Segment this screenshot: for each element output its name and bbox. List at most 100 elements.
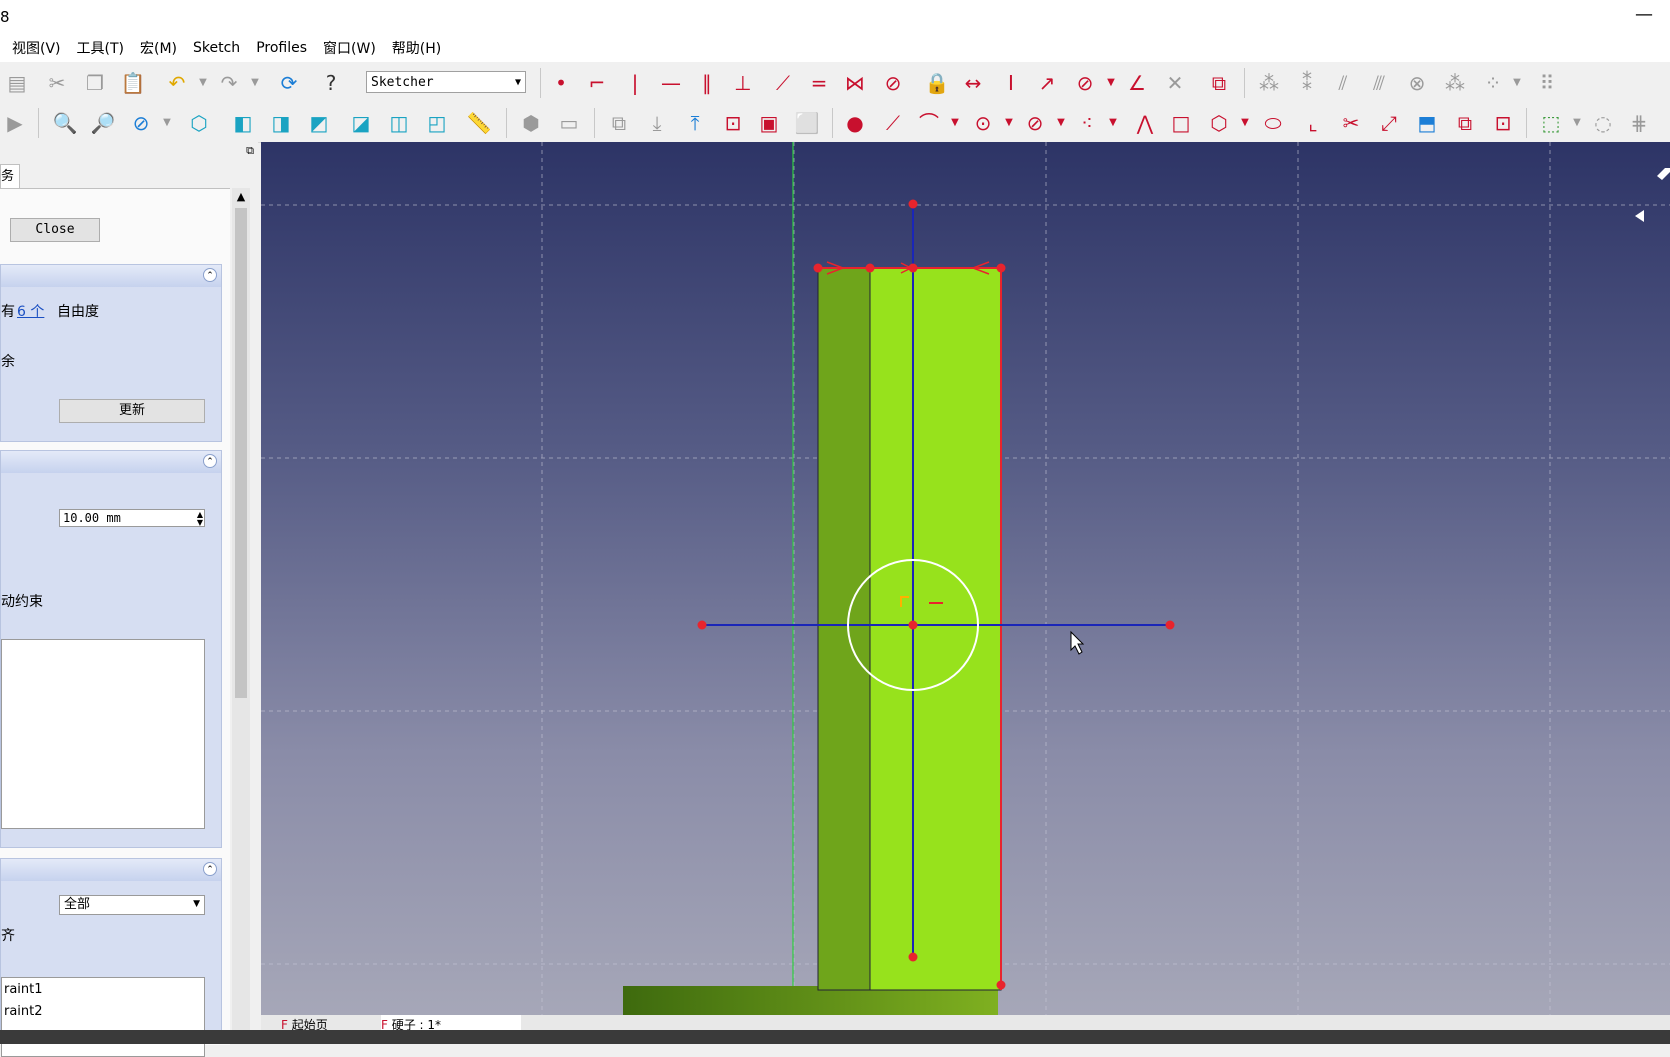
lock-constraint-icon[interactable]: 🔒 <box>924 70 950 96</box>
sketch-canvas[interactable] <box>261 142 1670 1015</box>
cut-icon[interactable]: ✂ <box>44 70 70 96</box>
collapse-icon[interactable]: ⌃ <box>203 268 217 282</box>
collapse-icon[interactable]: ⌃ <box>203 454 217 468</box>
select-constraints-icon[interactable]: ⁂ <box>1256 70 1282 96</box>
tab-tasks[interactable]: 务 <box>0 164 20 189</box>
menu-view[interactable]: 视图(V) <box>0 38 69 58</box>
create-arc-icon[interactable]: ⌒ <box>916 110 942 136</box>
create-point-icon[interactable]: ● <box>842 110 868 136</box>
measure-icon[interactable]: 📏 <box>466 110 492 136</box>
list-item[interactable]: raint2 <box>4 1004 43 1019</box>
distance-constraint-icon[interactable]: ↗ <box>1034 70 1060 96</box>
draw-style-dropdown-icon[interactable]: ▼ <box>154 110 180 136</box>
select-vertical-axis-icon[interactable]: ⫽ <box>1330 70 1356 96</box>
paste-icon[interactable]: 📋 <box>120 70 146 96</box>
polygon-dropdown-icon[interactable]: ▼ <box>1232 110 1258 136</box>
workbench-selector[interactable]: Sketcher ▼ <box>366 71 526 93</box>
copy-icon[interactable]: ❐ <box>82 70 108 96</box>
select-horizontal-axis-icon[interactable]: ⫻ <box>1366 70 1392 96</box>
menu-sketch[interactable]: Sketch <box>185 40 248 56</box>
create-line-icon[interactable]: ⟋ <box>880 110 906 136</box>
spinbox-arrows-icon[interactable]: ▲ ▼ <box>197 511 203 527</box>
arc-dropdown-icon[interactable]: ▼ <box>942 110 968 136</box>
collapse-icon[interactable]: ⌃ <box>203 862 217 876</box>
float-panel-icon[interactable]: ⧉ <box>246 144 254 158</box>
validate-dropdown-icon[interactable]: ▼ <box>1564 110 1590 136</box>
redo-icon[interactable]: ↷ <box>216 70 242 96</box>
menu-profiles[interactable]: Profiles <box>248 40 315 56</box>
toggle-constraint-icon[interactable]: ✕ <box>1162 70 1188 96</box>
menu-tools[interactable]: 工具(T) <box>69 38 132 58</box>
3d-viewport[interactable] <box>261 142 1670 1015</box>
refresh-icon[interactable]: ⟳ <box>276 70 302 96</box>
point-constraint-icon[interactable]: • <box>548 70 574 96</box>
fit-selection-icon[interactable]: 🔎 <box>90 110 116 136</box>
fit-all-icon[interactable]: 🔍 <box>52 110 78 136</box>
vertical-constraint-icon[interactable]: | <box>622 70 648 96</box>
list-item[interactable]: raint1 <box>4 982 43 997</box>
create-circle-icon[interactable]: ⊙ <box>970 110 996 136</box>
bottom-view-icon[interactable]: ◫ <box>386 110 412 136</box>
show-hide-geometry-icon[interactable]: ⠿ <box>1534 70 1560 96</box>
create-polygon-icon[interactable]: ⬡ <box>1206 110 1232 136</box>
horizontal-distance-icon[interactable]: ↔ <box>960 70 986 96</box>
radius-constraint-icon[interactable]: ⊘ <box>1072 70 1098 96</box>
grid-tools-icon[interactable]: ⋕ <box>1626 110 1652 136</box>
horizontal-constraint-icon[interactable]: — <box>658 70 684 96</box>
external-geometry-icon[interactable]: ⬒ <box>1414 110 1440 136</box>
draw-style-icon[interactable]: ⊘ <box>128 110 154 136</box>
part-icon[interactable]: ⬢ <box>518 110 544 136</box>
parallel-constraint-icon[interactable]: ∥ <box>694 70 720 96</box>
tab-start-page[interactable]: F 起始页 <box>281 1015 381 1030</box>
rear-view-icon[interactable]: ◪ <box>348 110 374 136</box>
whats-this-icon[interactable]: ? <box>318 70 344 96</box>
isometric-view-icon[interactable]: ⬡ <box>186 110 212 136</box>
right-view-icon[interactable]: ◩ <box>306 110 332 136</box>
tab-document[interactable]: F 硬子 : 1* <box>381 1015 521 1030</box>
new-sketch-icon[interactable]: ⧉ <box>606 110 632 136</box>
left-view-icon[interactable]: ◰ <box>424 110 450 136</box>
play-icon[interactable]: ▶ <box>2 110 28 136</box>
menu-window[interactable]: 窗口(W) <box>315 38 384 58</box>
construction-mode-icon[interactable]: ⊡ <box>1490 110 1516 136</box>
redo-dropdown-icon[interactable]: ▼ <box>242 70 268 96</box>
conic-dropdown-icon[interactable]: ▼ <box>1048 110 1074 136</box>
circle-dropdown-icon[interactable]: ▼ <box>996 110 1022 136</box>
trim-icon[interactable]: ✂ <box>1338 110 1364 136</box>
close-button[interactable]: Close <box>10 218 100 242</box>
create-bspline-icon[interactable]: ⁖ <box>1074 110 1100 136</box>
menu-help[interactable]: 帮助(H) <box>384 38 449 58</box>
constraint-list[interactable]: raint1 raint2 <box>1 977 205 1057</box>
minimize-button[interactable]: — <box>1632 4 1656 25</box>
constraint-filter-select[interactable]: 全部 ▼ <box>59 895 205 915</box>
create-polyline-icon[interactable]: ⋀ <box>1132 110 1158 136</box>
equal-constraint-icon[interactable]: = <box>806 70 832 96</box>
top-view-icon[interactable]: ◨ <box>268 110 294 136</box>
grid-size-input[interactable]: 10.00 mm ▲ ▼ <box>59 509 205 527</box>
leave-sketch-icon[interactable]: ⤒ <box>682 110 708 136</box>
undo-icon[interactable]: ↶ <box>164 70 190 96</box>
bspline-tools-icon[interactable]: ◌ <box>1590 110 1616 136</box>
vertical-distance-icon[interactable]: I <box>998 70 1024 96</box>
dof-link[interactable]: 6 个 <box>17 301 44 321</box>
symmetric-constraint-icon[interactable]: ⋈ <box>842 70 868 96</box>
update-button[interactable]: 更新 <box>59 399 205 423</box>
menu-macro[interactable]: 宏(M) <box>132 38 185 58</box>
block-constraint-icon[interactable]: ⊘ <box>880 70 906 96</box>
create-rectangle-icon[interactable]: □ <box>1168 110 1194 136</box>
extend-icon[interactable]: ⤢ <box>1376 110 1402 136</box>
scroll-thumb[interactable] <box>235 208 247 698</box>
carbon-copy-icon[interactable]: ⧉ <box>1452 110 1478 136</box>
create-slot-icon[interactable]: ⬭ <box>1260 110 1286 136</box>
front-view-icon[interactable]: ◧ <box>230 110 256 136</box>
tangent-constraint-icon[interactable]: ⟋ <box>770 70 796 96</box>
edit-sketch-icon[interactable]: ⤓ <box>644 110 670 136</box>
bspline-dropdown-icon[interactable]: ▼ <box>1100 110 1126 136</box>
fillet-icon[interactable]: ⌞ <box>1300 110 1326 136</box>
coincident-icon[interactable]: ⌐ <box>584 70 610 96</box>
map-sketch-icon[interactable]: ⬜ <box>794 110 820 136</box>
undo-dropdown-icon[interactable]: ▼ <box>190 70 216 96</box>
scroll-up-icon[interactable]: ▲ <box>232 188 250 206</box>
save-icon[interactable]: ▤ <box>4 70 30 96</box>
select-elements-icon[interactable]: ⁘ <box>1480 70 1506 96</box>
